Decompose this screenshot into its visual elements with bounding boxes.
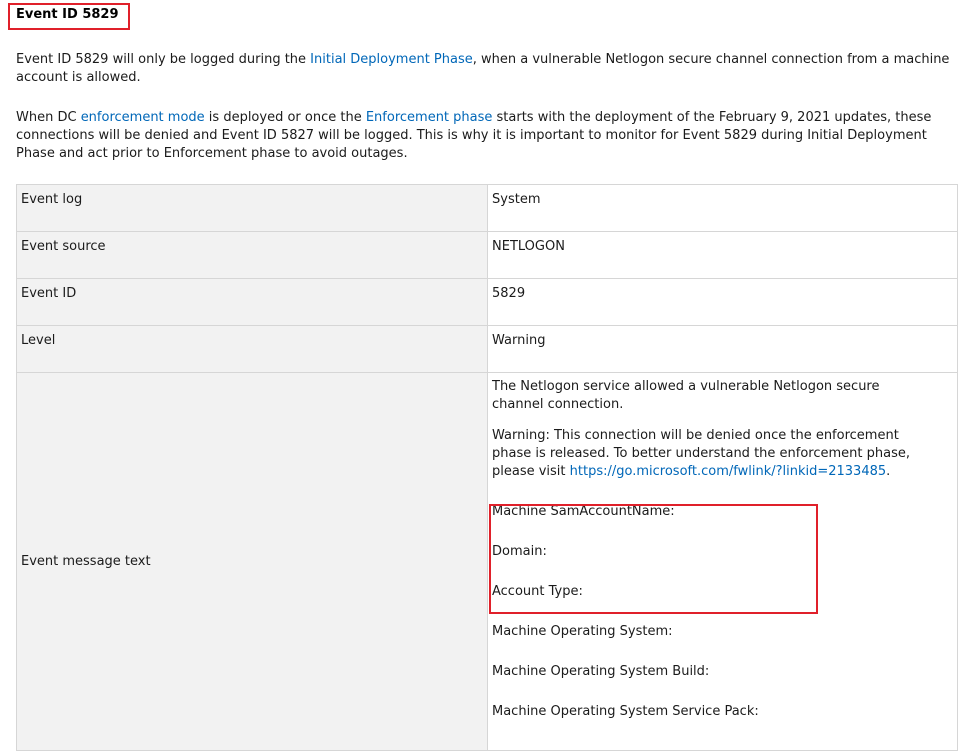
row-value-event-log: System (487, 184, 958, 232)
row-label-event-source: Event source (16, 231, 488, 279)
row-value-event-message-text: The Netlogon service allowed a vulnerabl… (487, 372, 958, 751)
initial-deployment-phase-link[interactable]: Initial Deployment Phase (310, 52, 473, 67)
enforcement-text-before: When DC (16, 110, 81, 125)
fwlink-link[interactable]: https://go.microsoft.com/fwlink/?linkid=… (570, 464, 887, 479)
row-label-level: Level (16, 325, 488, 373)
field-domain: Domain: (492, 544, 547, 559)
table-row: Event ID 5829 (16, 278, 958, 326)
field-machine-samaccountname: Machine SamAccountName: (492, 504, 675, 519)
event-details-table: Event log System Event source NETLOGON E… (16, 184, 958, 751)
table-row: Event log System (16, 184, 958, 232)
row-label-event-id: Event ID (16, 278, 488, 326)
row-value-level: Warning (487, 325, 958, 373)
row-value-event-id: 5829 (487, 278, 958, 326)
table-row-message: Event message text The Netlogon service … (16, 372, 958, 751)
message-line-2: Warning: This connection will be denied … (492, 427, 923, 481)
table-row: Level Warning (16, 325, 958, 373)
field-machine-os-build: Machine Operating System Build: (492, 664, 710, 679)
page-title: Event ID 5829 (16, 7, 119, 22)
message-fields: Machine SamAccountName: Domain: Account … (492, 503, 923, 743)
intro-paragraph: Event ID 5829 will only be logged during… (16, 51, 954, 87)
field-machine-os-service-pack: Machine Operating System Service Pack: (492, 704, 759, 719)
page: Event ID 5829 Event ID 5829 will only be… (0, 0, 969, 756)
field-account-type: Account Type: (492, 584, 583, 599)
enforcement-paragraph: When DC enforcement mode is deployed or … (16, 109, 954, 163)
message-line-1: The Netlogon service allowed a vulnerabl… (492, 379, 880, 412)
message-line-2-end: . (886, 464, 891, 479)
row-label-event-log: Event log (16, 184, 488, 232)
message-block: The Netlogon service allowed a vulnerabl… (492, 378, 923, 481)
row-value-event-source: NETLOGON (487, 231, 958, 279)
table-row: Event source NETLOGON (16, 231, 958, 279)
enforcement-text-middle: is deployed or once the (204, 110, 366, 125)
intro-text-before: Event ID 5829 will only be logged during… (16, 52, 311, 67)
field-machine-os: Machine Operating System: (492, 624, 673, 639)
enforcement-mode-link[interactable]: enforcement mode (81, 110, 205, 125)
enforcement-phase-link[interactable]: Enforcement phase (366, 110, 493, 125)
row-label-event-message-text: Event message text (16, 372, 488, 751)
